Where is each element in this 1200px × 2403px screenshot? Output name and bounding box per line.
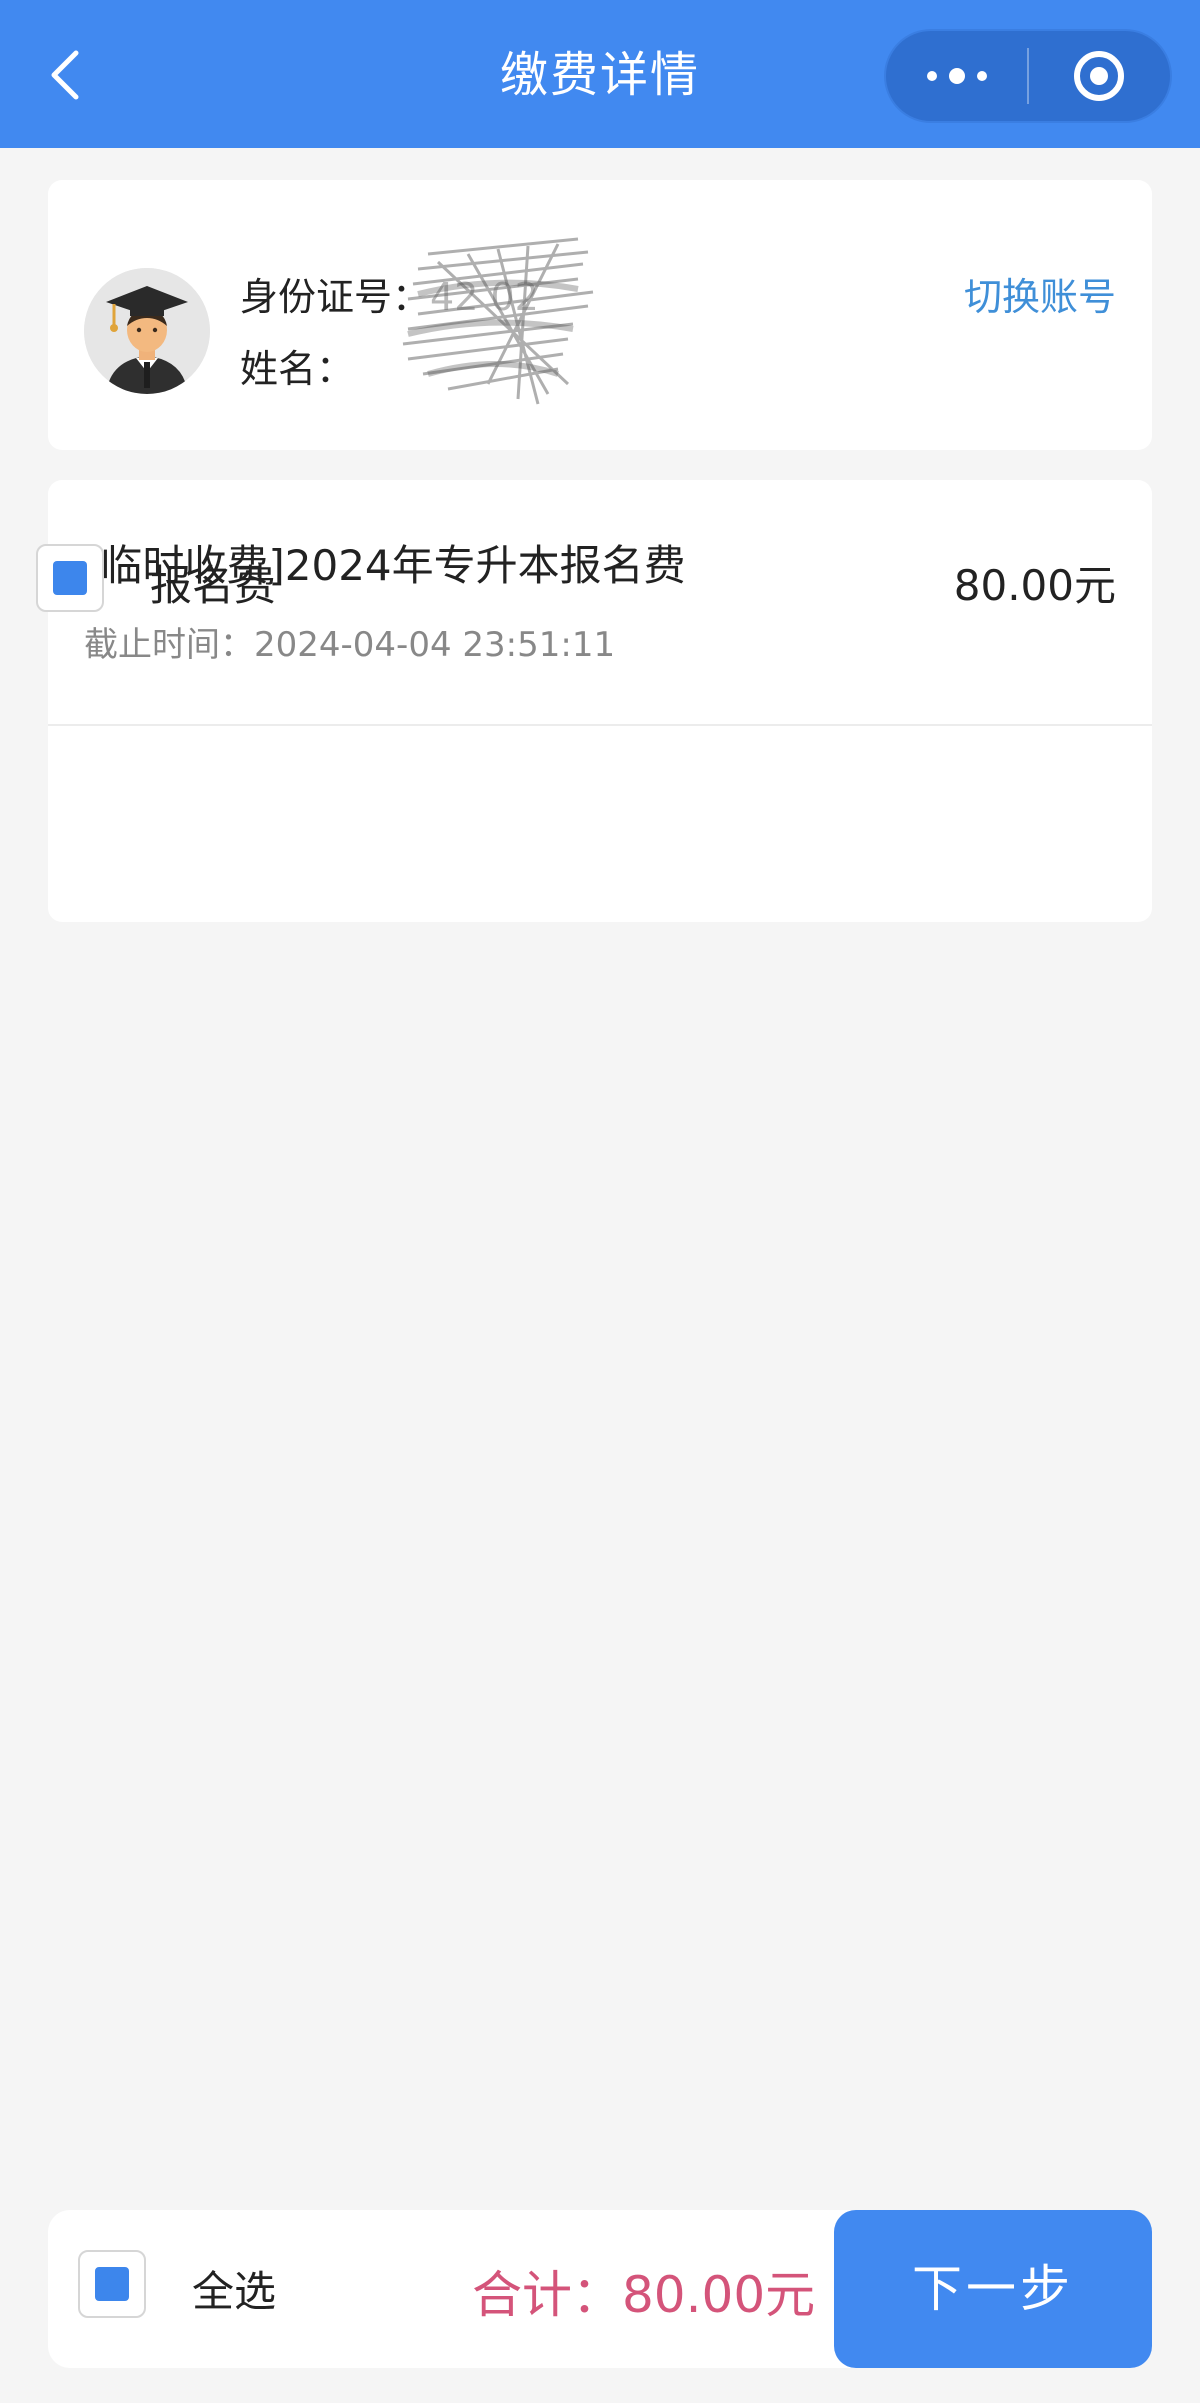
more-button[interactable] — [886, 31, 1027, 121]
next-step-button[interactable]: 下一步 — [834, 2210, 1152, 2368]
total-amount: 合计：80.00元 — [472, 2266, 816, 2324]
name-label: 姓名： — [240, 347, 355, 391]
deadline-label: 截止时间： — [84, 625, 254, 665]
top-nav-bar: 缴费详情 — [0, 0, 1200, 148]
target-circle-icon — [1074, 51, 1125, 101]
divider — [48, 724, 1152, 726]
close-mini-program-button[interactable] — [1029, 31, 1170, 121]
deadline-row: 截止时间：2024-04-04 23:51:11 — [84, 620, 615, 670]
name-row: 姓名： — [240, 342, 354, 396]
select-all-label[interactable]: 全选 — [192, 2262, 276, 2322]
select-all-checkbox[interactable] — [78, 2250, 146, 2318]
account-card: 身份证号：42 02 姓名： 切换账号 — [48, 180, 1152, 450]
redaction-scribble — [402, 237, 594, 405]
bottom-action-bar: 全选 合计：80.00元 下一步 — [48, 2210, 1152, 2368]
fee-item-checkbox[interactable] — [36, 544, 104, 612]
avatar — [84, 268, 210, 394]
mini-program-capsule — [884, 29, 1172, 123]
fee-item-label: 报名费 — [150, 561, 277, 610]
fee-item-amount: 80.00元 — [953, 561, 1116, 610]
deadline-value: 2024-04-04 23:51:11 — [254, 625, 616, 665]
fee-card: [临时收费]2024年专升本报名费 截止时间：2024-04-04 23:51:… — [48, 480, 1152, 922]
checkbox-checked-mark — [53, 561, 87, 595]
switch-account-link[interactable]: 切换账号 — [964, 270, 1116, 324]
graduate-avatar-icon — [84, 268, 210, 394]
checkbox-checked-mark — [95, 2267, 129, 2301]
more-dots-icon — [926, 68, 987, 84]
